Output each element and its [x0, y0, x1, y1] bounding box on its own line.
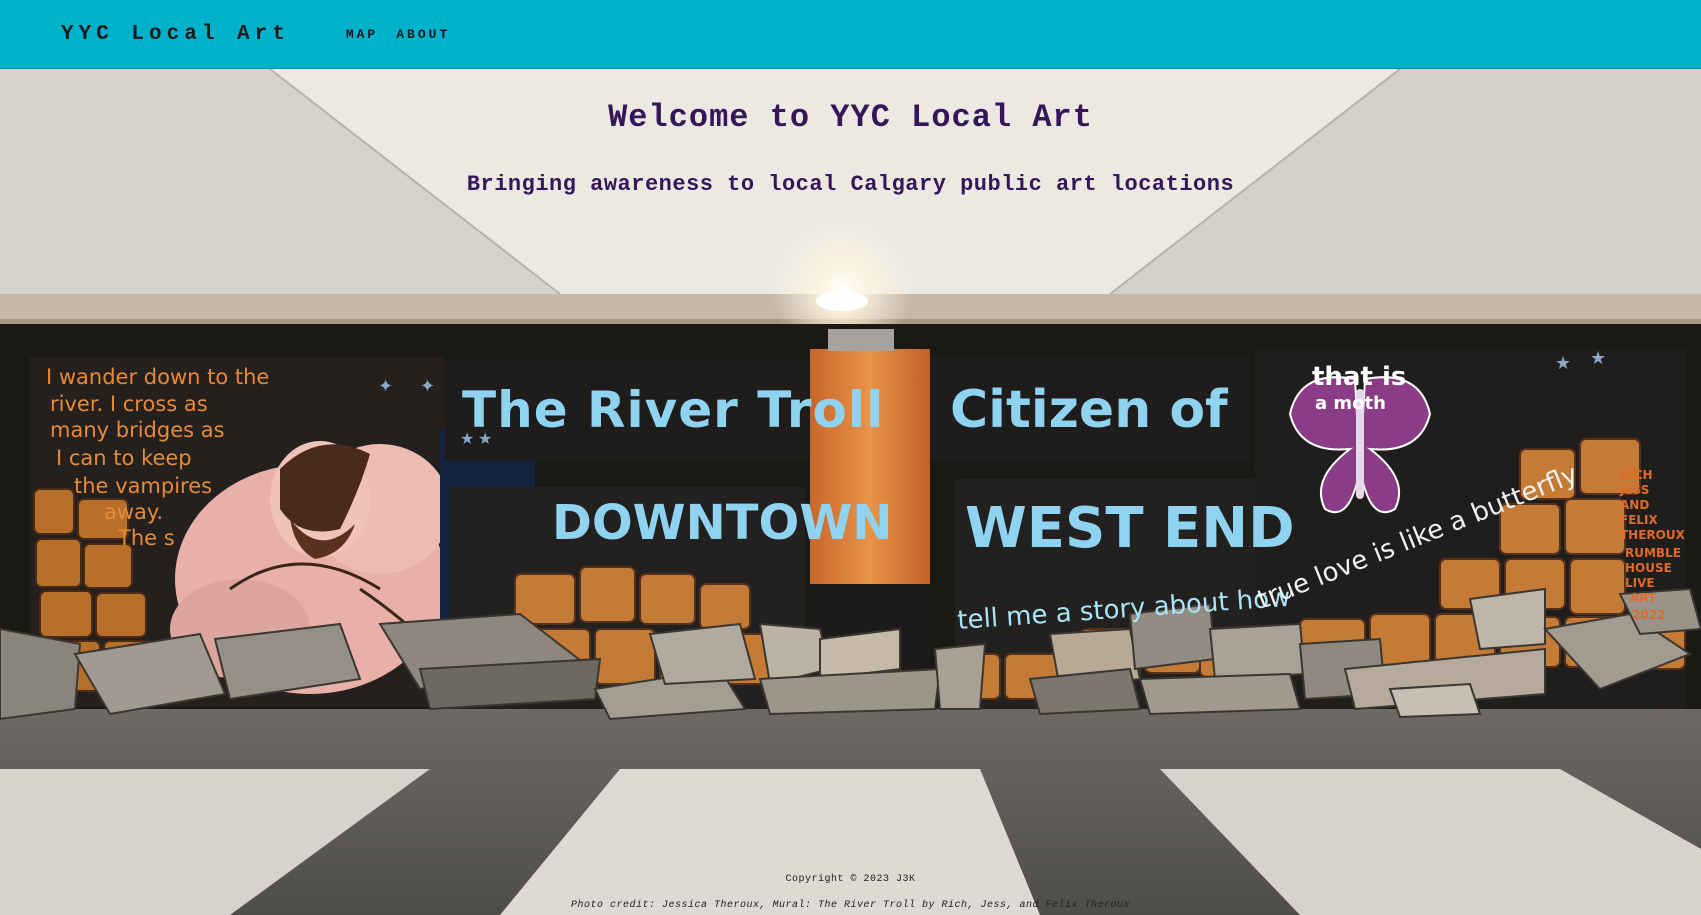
mural-poem-line: I can to keep	[56, 446, 192, 470]
mural-poem-line: The s	[117, 526, 175, 550]
nav-link-map[interactable]: MAP	[346, 27, 378, 42]
mural-poem-line: river. I cross as	[50, 392, 208, 416]
mural-signature-line: JESS	[1619, 483, 1649, 497]
mural-signature-line: THEROUX	[1620, 528, 1686, 542]
mural-signature-line: LIVE	[1625, 576, 1655, 590]
svg-text:✦: ✦	[420, 376, 435, 397]
page-title: Welcome to YYC Local Art	[608, 99, 1093, 136]
mural-text-downtown: DOWNTOWN	[552, 495, 892, 551]
top-nav-bar: YYC Local Art MAP ABOUT	[0, 0, 1701, 69]
copyright-text: Copyright © 2023 J3K	[785, 874, 916, 885]
mural-text-a-moth: a moth	[1315, 393, 1386, 414]
mural-signature-line: HOUSE	[1625, 561, 1672, 575]
mural-signature-line: RICH	[1620, 468, 1653, 482]
hero-section: ✦ ✦ ★ ★ ★ ★ The River Troll DOWNTOWN Cit…	[0, 69, 1701, 915]
mural-poem-line: I wander down to the	[46, 365, 269, 389]
svg-text:★: ★	[1555, 353, 1571, 374]
mural-signature-line: ART	[1630, 591, 1657, 605]
mural-signature-line: AND	[1620, 498, 1649, 512]
mural-signature-line: 2022	[1632, 608, 1665, 622]
nav-links: MAP ABOUT	[346, 27, 450, 42]
mural-poem-line: away.	[104, 500, 163, 524]
mural-poem-line: the vampires	[74, 474, 212, 498]
svg-text:✦: ✦	[378, 376, 393, 397]
svg-text:★: ★	[1590, 348, 1606, 369]
mural-text-that-is: that is	[1312, 362, 1406, 392]
nav-link-about[interactable]: ABOUT	[396, 27, 450, 42]
mural-poem-line: many bridges as	[50, 418, 225, 442]
photo-credit-text: Photo credit: Jessica Theroux, Mural: Th…	[570, 900, 1131, 911]
mural-signature-line: FELIX	[1620, 513, 1659, 527]
mural-text-citizen-of: Citizen of	[950, 380, 1229, 440]
mural-text-the-river-troll: The River Troll	[462, 381, 884, 439]
brand-logo-link[interactable]: YYC Local Art	[61, 23, 290, 46]
mural-signature-line: RUMBLE	[1625, 546, 1681, 560]
page-subtitle: Bringing awareness to local Calgary publ…	[466, 172, 1235, 197]
mural-text-west-end: WEST END	[965, 496, 1295, 561]
